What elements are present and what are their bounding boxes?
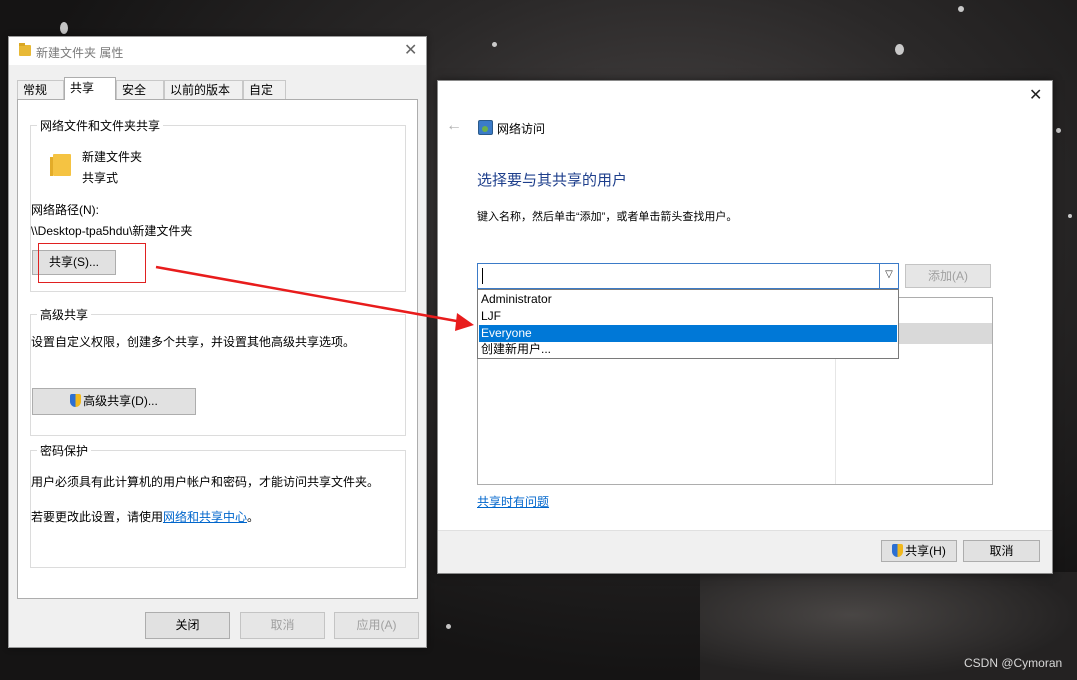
annotation-arrow [155,265,474,331]
